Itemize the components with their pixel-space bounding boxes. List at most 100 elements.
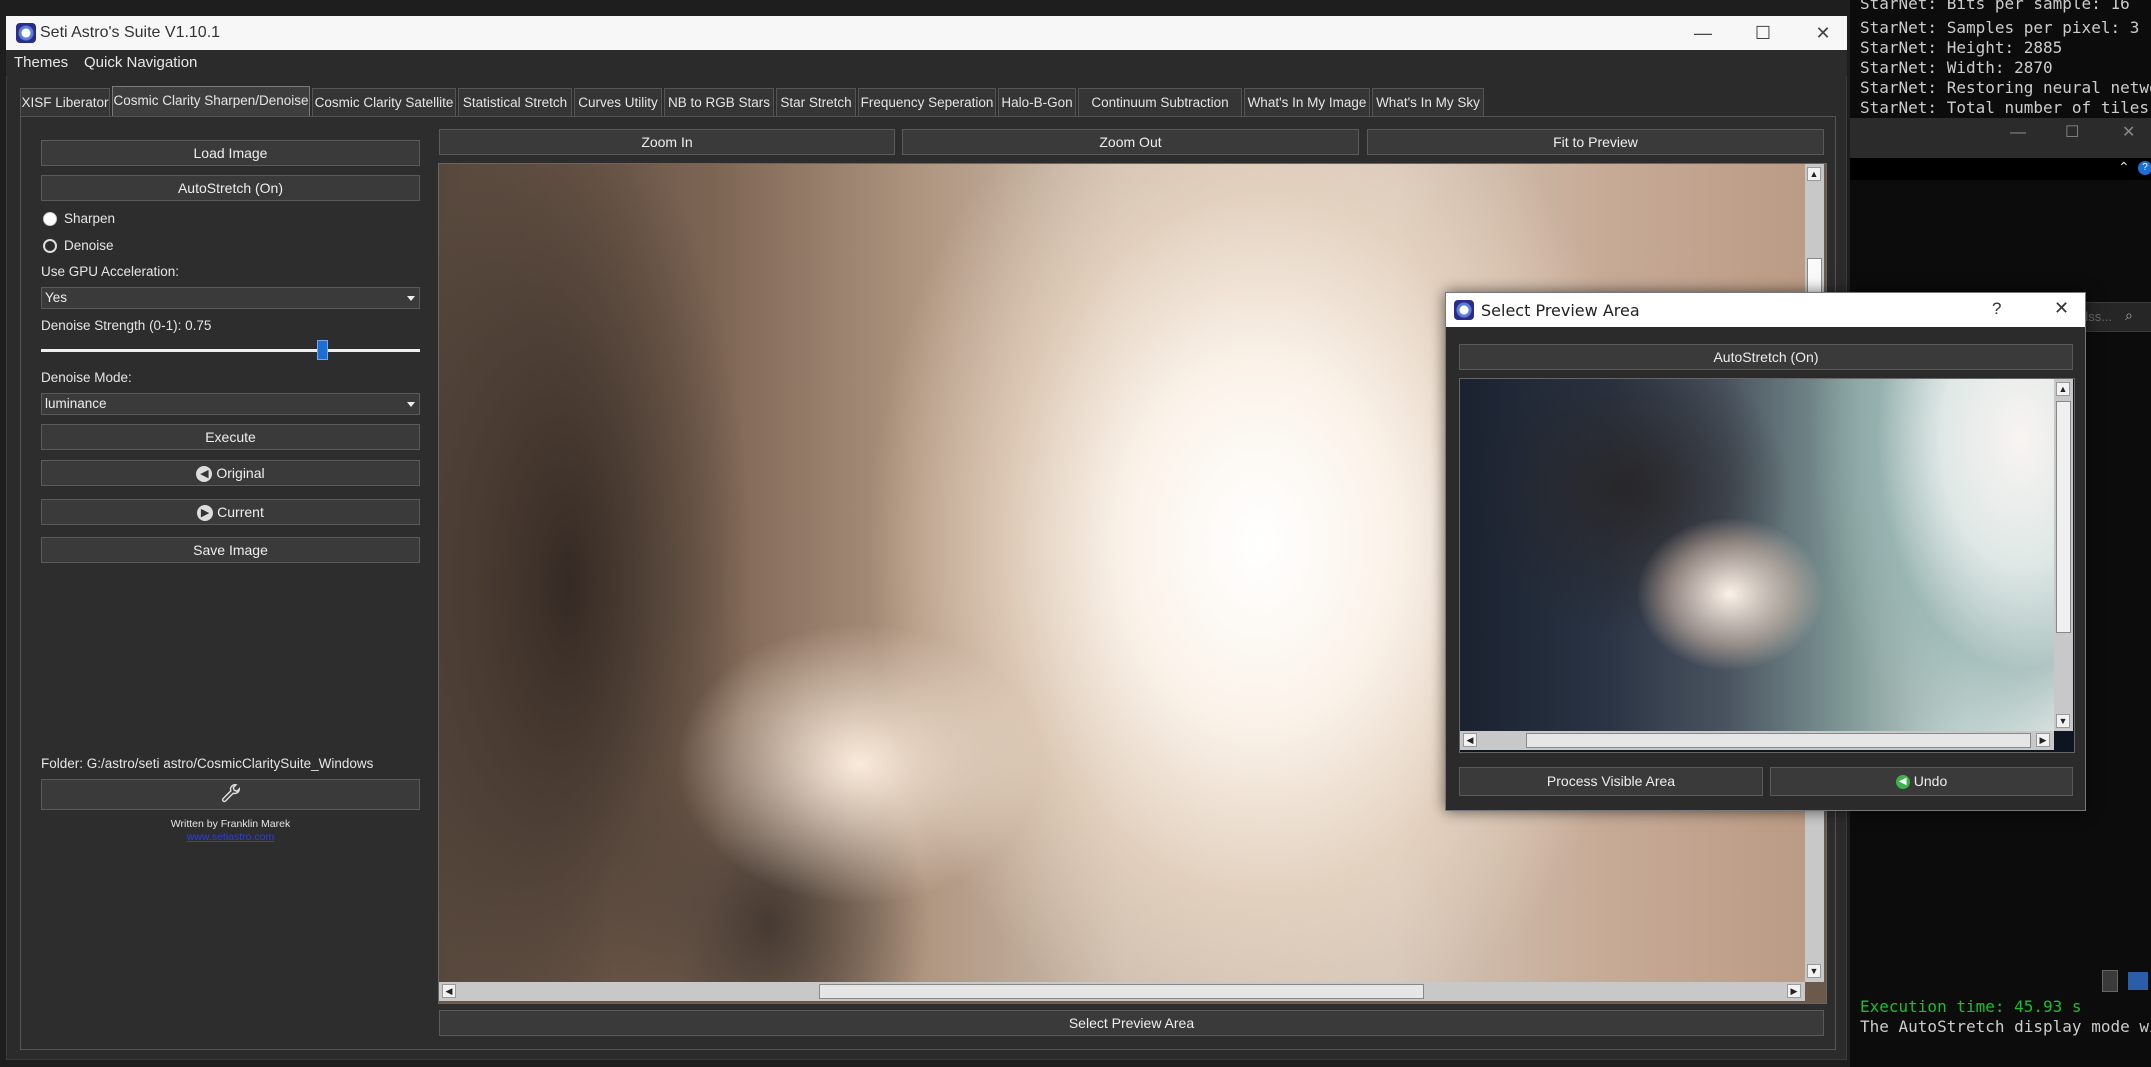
tab-xisf-liberator[interactable]: XISF Liberator xyxy=(20,88,110,116)
original-label: Original xyxy=(216,465,265,481)
tab-frequency-seperation[interactable]: Frequency Seperation xyxy=(858,88,996,116)
dialog-title-bar: Select Preview Area ? ✕ xyxy=(1446,293,2085,327)
sharpen-label: Sharpen xyxy=(64,211,116,226)
undo-arrow-icon: ◀ xyxy=(1895,775,1910,790)
save-image-button[interactable]: Save Image xyxy=(41,537,420,563)
scroll-left-icon[interactable]: ◀ xyxy=(1463,733,1477,747)
select-preview-dialog: Select Preview Area ? ✕ AutoStretch (On)… xyxy=(1445,292,2086,811)
arrow-right-icon: ▶ xyxy=(197,505,214,522)
title-bar: Seti Astro's Suite V1.10.1 — ☐ ✕ xyxy=(6,16,1847,50)
scroll-down-icon[interactable]: ▼ xyxy=(2056,714,2070,728)
zoom-in-button[interactable]: Zoom In xyxy=(439,129,895,155)
gpu-select[interactable]: Yes xyxy=(41,287,420,309)
current-button[interactable]: ▶ Current xyxy=(41,499,420,525)
scroll-icon[interactable] xyxy=(2102,970,2118,992)
tab-halo-b-gon[interactable]: Halo-B-Gon xyxy=(998,88,1076,116)
execute-button[interactable]: Execute xyxy=(41,424,420,450)
help-button[interactable]: ? xyxy=(1992,299,2001,319)
wrench-icon xyxy=(221,784,240,803)
slider-handle[interactable] xyxy=(317,340,328,360)
terminal-line: StarNet: Samples per pixel: 3 xyxy=(1860,18,2140,37)
app-icon xyxy=(16,23,36,43)
dialog-close-button[interactable]: ✕ xyxy=(2054,298,2069,319)
scroll-right-icon[interactable]: ▶ xyxy=(2036,733,2050,747)
chevron-down-icon xyxy=(407,402,415,407)
close-button[interactable]: ✕ xyxy=(1810,22,1836,44)
monitor-icon[interactable] xyxy=(2128,972,2148,990)
maximize-button[interactable]: ☐ xyxy=(1750,22,1776,44)
tab-statistical-stretch[interactable]: Statistical Stretch xyxy=(458,88,572,116)
scroll-thumb[interactable] xyxy=(819,984,1424,999)
tab-curves-utility[interactable]: Curves Utility xyxy=(574,88,662,116)
tab-whats-in-my-image[interactable]: What's In My Image xyxy=(1244,88,1370,116)
tab-star-stretch[interactable]: Star Stretch xyxy=(776,88,856,116)
process-visible-area-button[interactable]: Process Visible Area xyxy=(1459,767,1763,796)
dialog-title: Select Preview Area xyxy=(1481,301,1640,320)
denoise-mode-value: luminance xyxy=(45,396,107,411)
terminal-header-bar: ⌃ ? xyxy=(1850,158,2151,180)
dialog-image-preview[interactable]: ▲ ▼ ◀ ▶ xyxy=(1459,378,2075,753)
search-icon: ⌕ xyxy=(2125,307,2133,323)
current-label: Current xyxy=(217,504,264,520)
folder-label: Folder: G:/astro/seti astro/CosmicClarit… xyxy=(41,756,374,771)
scroll-up-icon[interactable]: ▲ xyxy=(2056,382,2070,396)
select-preview-area-button[interactable]: Select Preview Area xyxy=(439,1010,1824,1036)
website-link[interactable]: www.setiastro.com xyxy=(41,831,420,843)
terminal-line: StarNet: Height: 2885 xyxy=(1860,38,2063,57)
denoise-mode-select[interactable]: luminance xyxy=(41,393,420,415)
app-icon xyxy=(1454,300,1474,320)
help-icon[interactable]: ? xyxy=(2138,161,2151,175)
tab-whats-in-my-sky[interactable]: What's In My Sky xyxy=(1372,88,1484,116)
load-image-button[interactable]: Load Image xyxy=(41,140,420,166)
original-button[interactable]: ◀ Original xyxy=(41,460,420,486)
undo-label: Undo xyxy=(1913,773,1948,789)
tab-cosmic-clarity-satellite[interactable]: Cosmic Clarity Satellite xyxy=(312,88,456,116)
dialog-horizontal-scrollbar[interactable]: ◀ ▶ xyxy=(1460,731,2054,750)
chevron-down-icon xyxy=(407,296,415,301)
denoise-strength-slider[interactable] xyxy=(41,349,420,352)
tab-cosmic-clarity-sharpen-denoise[interactable]: Cosmic Clarity Sharpen/Denoise xyxy=(112,86,310,116)
terminal-line: StarNet: Total number of tiles: xyxy=(1860,98,2151,117)
undo-button[interactable]: ◀ Undo xyxy=(1770,767,2073,796)
fit-to-preview-button[interactable]: Fit to Preview xyxy=(1367,129,1824,155)
scroll-thumb[interactable] xyxy=(1526,733,2031,748)
minimize-icon[interactable]: — xyxy=(2010,124,2026,142)
horizontal-scrollbar[interactable]: ◀ ▶ xyxy=(439,982,1805,1001)
close-icon[interactable]: ✕ xyxy=(2122,122,2135,142)
scroll-up-icon[interactable]: ▲ xyxy=(1807,167,1821,181)
menu-bar: Themes Quick Navigation xyxy=(6,50,1847,76)
gpu-select-value: Yes xyxy=(45,290,68,305)
wrench-button[interactable] xyxy=(41,779,420,810)
autostretch-button[interactable]: AutoStretch (On) xyxy=(41,175,420,201)
denoise-radio[interactable] xyxy=(43,239,57,253)
arrow-left-icon: ◀ xyxy=(196,466,213,483)
sharpen-radio[interactable] xyxy=(43,212,57,226)
terminal-line: StarNet: Restoring neural network xyxy=(1860,78,2151,97)
dialog-vertical-scrollbar[interactable]: ▲ ▼ xyxy=(2054,379,2073,731)
gpu-label: Use GPU Acceleration: xyxy=(41,264,180,279)
tab-nb-to-rgb-stars[interactable]: NB to RGB Stars xyxy=(664,88,774,116)
scroll-thumb[interactable] xyxy=(2056,401,2071,633)
chevron-up-icon[interactable]: ⌃ xyxy=(2118,159,2130,176)
denoise-strength-label: Denoise Strength (0-1): 0.75 xyxy=(41,318,212,333)
credit-label: Written by Franklin Marek xyxy=(170,818,291,830)
zoom-out-button[interactable]: Zoom Out xyxy=(902,129,1359,155)
tab-continuum-subtraction[interactable]: Continuum Subtraction xyxy=(1078,88,1242,116)
window-title: Seti Astro's Suite V1.10.1 xyxy=(40,24,221,41)
terminal-line: The AutoStretch display mode will xyxy=(1860,1017,2151,1036)
scroll-right-icon[interactable]: ▶ xyxy=(1787,984,1801,998)
denoise-mode-label: Denoise Mode: xyxy=(41,370,132,385)
menu-themes[interactable]: Themes xyxy=(14,54,68,71)
denoise-label: Denoise xyxy=(64,238,114,253)
terminal-execution-time: Execution time: 45.93 s xyxy=(1860,997,2082,1016)
terminal-chrome: — ☐ ✕ xyxy=(1850,118,2151,158)
dialog-nebula-image xyxy=(1460,379,2054,731)
maximize-icon[interactable]: ☐ xyxy=(2065,122,2079,142)
dialog-autostretch-button[interactable]: AutoStretch (On) xyxy=(1459,344,2073,370)
scroll-down-icon[interactable]: ▼ xyxy=(1807,964,1821,978)
scroll-left-icon[interactable]: ◀ xyxy=(442,984,456,998)
minimize-button[interactable]: — xyxy=(1690,22,1716,44)
menu-quick-navigation[interactable]: Quick Navigation xyxy=(84,54,197,71)
terminal-line: StarNet: Bits per sample: 16 xyxy=(1860,0,2130,13)
terminal-line: StarNet: Width: 2870 xyxy=(1860,58,2053,77)
